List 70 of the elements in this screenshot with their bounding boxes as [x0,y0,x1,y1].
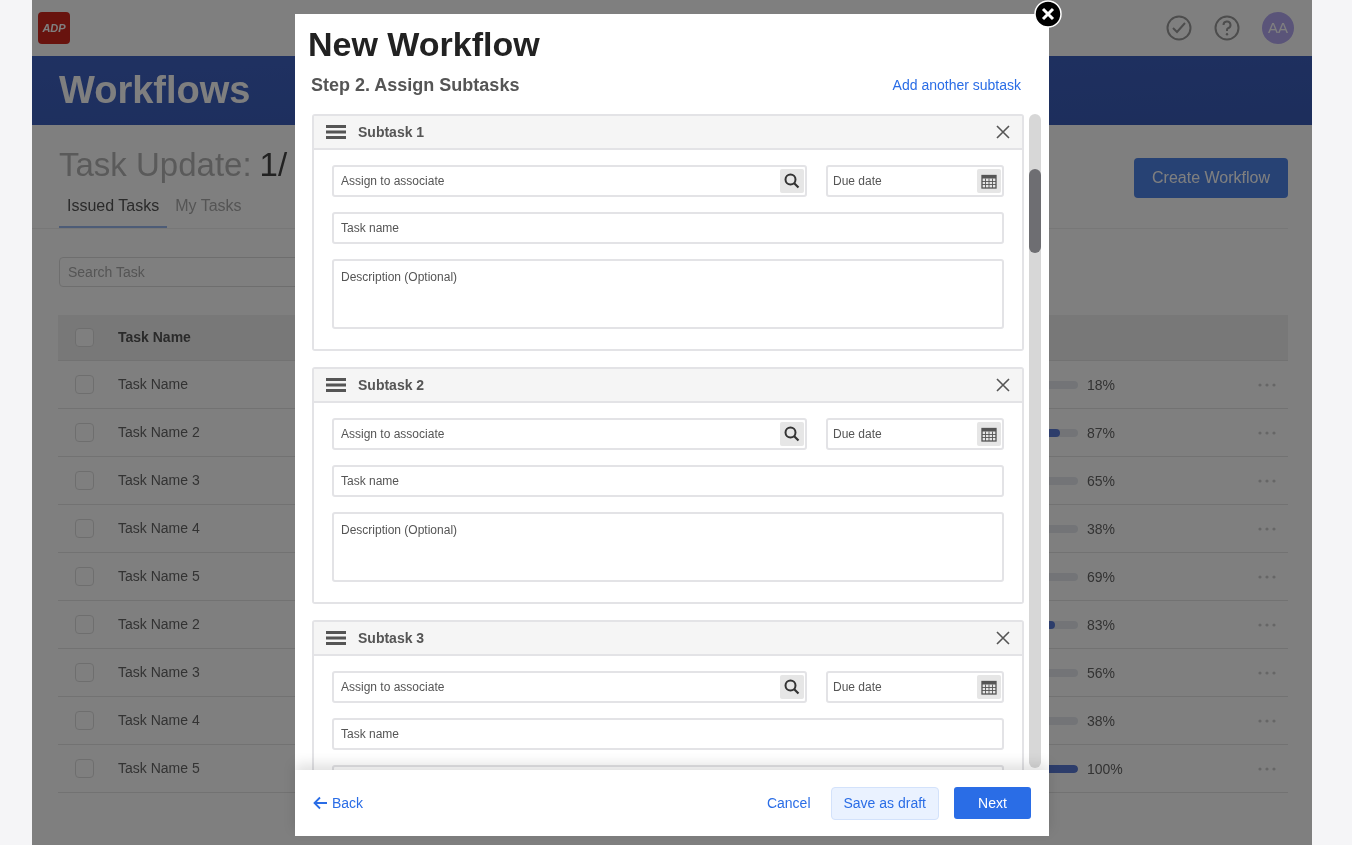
calendar-icon[interactable] [977,675,1001,699]
calendar-icon[interactable] [977,422,1001,446]
close-icon[interactable] [996,378,1010,392]
dialog-title: New Workflow [308,24,540,64]
more-icon[interactable] [1258,478,1276,483]
banner-title: Workflows [59,68,251,113]
step-title: Step 2. Assign Subtasks [311,74,520,97]
menu-icon[interactable] [326,124,346,140]
subtask-title: Subtask 3 [358,628,425,648]
column-header: Task Name [118,328,191,347]
scrollbar-thumb[interactable] [1029,169,1041,253]
scrollbar[interactable] [1029,114,1041,768]
cancel-link[interactable]: Cancel [766,792,811,814]
menu-icon[interactable] [326,377,346,393]
more-icon[interactable] [1258,622,1276,627]
subtask-title: Subtask 2 [358,375,425,395]
due-date-field[interactable]: Due date [826,671,1004,703]
table-cell-text: Task Name [118,375,189,394]
search-icon[interactable] [780,422,804,446]
search-icon[interactable] [780,169,804,193]
next-button[interactable]: Next [954,787,1031,819]
table-cell-text: Task Name 2 [118,423,200,442]
assign-field[interactable]: Assign to associate [332,671,807,703]
check-circle-icon[interactable] [1166,15,1192,41]
more-icon[interactable] [1258,382,1276,387]
table-cell-text: Task Name 4 [118,711,200,730]
more-icon[interactable] [1258,766,1276,771]
more-icon[interactable] [1258,526,1276,531]
more-icon[interactable] [1258,574,1276,579]
due-date-field[interactable]: Due date [826,165,1004,197]
more-icon[interactable] [1258,718,1276,723]
calendar-icon[interactable] [977,169,1001,193]
add-subtask-link[interactable]: Add another subtask [892,75,1021,96]
percent-text: 65% [1087,472,1116,489]
menu-icon[interactable] [326,630,346,646]
percent-text: 83% [1087,616,1116,633]
tab[interactable]: Issued Tasks [59,194,168,228]
save-draft-button[interactable]: Save as draft [830,786,939,820]
percent-text: 56% [1087,664,1116,681]
more-icon[interactable] [1258,670,1276,675]
description-field[interactable]: Description (Optional) [332,512,1004,582]
help-icon[interactable] [1214,15,1240,41]
table-cell-text: Task Name 3 [118,471,200,490]
subtask-title: Subtask 1 [358,122,425,142]
table-cell-text: Task Name 5 [118,759,200,778]
task-name-field[interactable]: Task name [332,465,1004,497]
percent-text: 87% [1087,424,1116,441]
assign-field[interactable]: Assign to associate [332,165,807,197]
description-field[interactable]: Description (Optional) [332,259,1004,329]
percent-text: 18% [1087,376,1116,393]
page-title-value: 1/ [259,145,288,185]
table-cell-text: Task Name 2 [118,615,200,634]
percent-text: 38% [1087,520,1116,537]
close-icon[interactable] [996,125,1010,139]
assign-field[interactable]: Assign to associate [332,418,807,450]
table-cell-text: Task Name 5 [118,567,200,586]
logo: ADP [38,12,70,44]
percent-text: 100% [1087,760,1123,777]
more-icon[interactable] [1258,430,1276,435]
arrow-left-icon [313,796,328,810]
task-name-field[interactable]: Task name [332,212,1004,244]
task-name-field[interactable]: Task name [332,718,1004,750]
table-cell-text: Task Name 3 [118,663,200,682]
close-icon[interactable] [996,631,1010,645]
back-link[interactable]: Back [313,792,364,814]
table-cell-text: Task Name 4 [118,519,200,538]
percent-text: 38% [1087,712,1116,729]
percent-text: 69% [1087,568,1116,585]
search-icon[interactable] [780,675,804,699]
due-date-field[interactable]: Due date [826,418,1004,450]
